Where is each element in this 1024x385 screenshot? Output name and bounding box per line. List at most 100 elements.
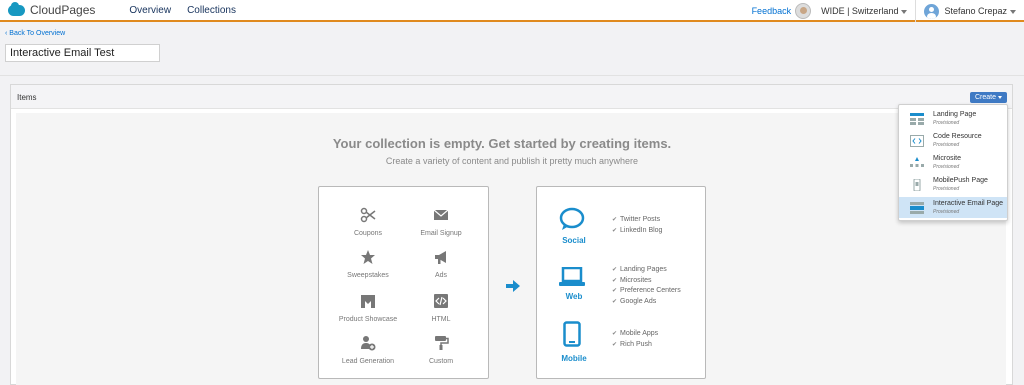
top-navigation: CloudPages Overview Collections Feedback… (0, 0, 1024, 22)
feedback-avatar (795, 3, 812, 19)
channel-name: Mobile (561, 354, 587, 363)
speech-bubble-icon (559, 207, 585, 230)
collection-name-field[interactable]: Interactive Email Test (5, 44, 160, 62)
content-type-email-signup: Email Signup (401, 207, 481, 238)
content-type-coupons: Coupons (328, 207, 408, 238)
arrow-right-icon (506, 280, 520, 292)
code-icon (434, 294, 448, 308)
channel-item-label: Twitter Posts (620, 216, 661, 223)
landing-page-icon (910, 112, 924, 125)
channel-item: ✔ Microsites (612, 276, 681, 287)
feedback-link[interactable]: Feedback (752, 6, 792, 16)
check-icon: ✔ (612, 298, 618, 305)
user-menu[interactable]: Stefano Crepaz (944, 6, 1016, 16)
menu-item-label: Microsite (933, 154, 962, 162)
check-icon: ✔ (612, 331, 618, 337)
star-icon (361, 250, 375, 264)
content-type-html: HTML (401, 293, 481, 324)
menu-item-status: Provisioned (933, 163, 960, 170)
envelope-icon (433, 209, 449, 220)
channel-item: ✔ LinkedIn Blog (612, 226, 662, 237)
paint-roller-icon (435, 336, 449, 350)
content-type-label: Product Showcase (338, 316, 398, 323)
megaphone-icon (435, 251, 446, 264)
nav-collections[interactable]: Collections (187, 5, 236, 16)
user-avatar-icon[interactable] (924, 3, 940, 19)
nav-overview[interactable]: Overview (129, 5, 171, 16)
menu-item-interactive-email-page[interactable]: Interactive Email Page Provisioned (899, 197, 1007, 218)
menu-item-label: Interactive Email Page (933, 199, 1004, 207)
mobilepush-icon (913, 178, 921, 191)
channel-items: ✔ Twitter Posts ✔ LinkedIn Blog (612, 215, 662, 236)
content-type-label: Lead Generation (341, 358, 395, 365)
content-type-lead-generation: Lead Generation (328, 335, 408, 366)
business-unit-selector[interactable]: WIDE | Switzerland (821, 6, 908, 16)
channel-name: Social (562, 236, 586, 245)
menu-item-mobilepush-page[interactable]: MobilePush Page Provisioned (899, 174, 1007, 195)
check-icon: ✔ (612, 277, 618, 284)
empty-collection-area (16, 113, 1006, 385)
channel-items: ✔ Mobile Apps ✔ Rich Push (612, 329, 658, 350)
content-types-card: Coupons Email Signup Sweepstakes Ads Pro… (318, 186, 489, 379)
empty-state-subtitle: Create a variety of content and publish … (385, 156, 639, 166)
menu-item-status: Provisioned (933, 119, 960, 126)
content-type-label: Coupons (353, 230, 383, 237)
content-type-label: Email Signup (420, 230, 462, 237)
cloud-logo-icon (8, 1, 25, 16)
channel-items: ✔ Landing Pages ✔ Microsites ✔ Preference C… (612, 265, 681, 307)
create-button[interactable]: Create (970, 92, 1007, 103)
interactive-email-icon (910, 201, 924, 214)
items-panel-title: Items (17, 93, 37, 102)
create-dropdown-menu: Landing Page Provisioned Code Resource P… (898, 104, 1008, 221)
check-icon: ✔ (612, 288, 618, 294)
check-icon: ✔ (612, 267, 618, 273)
items-panel: Items Create (10, 84, 1013, 385)
channel-item: ✔ Landing Pages (612, 265, 681, 276)
laptop-icon (559, 267, 585, 286)
chevron-down-icon (998, 96, 1002, 99)
channel-name: Web (565, 292, 583, 301)
user-name: Stefano Crepaz (944, 6, 1007, 16)
app-logo[interactable]: CloudPages (8, 1, 95, 17)
check-icon: ✔ (612, 341, 618, 348)
content-type-label: Custom (428, 358, 454, 365)
back-to-overview-link[interactable]: ‹ Back To Overview (5, 30, 65, 37)
menu-item-code-resource[interactable]: Code Resource Provisioned (899, 130, 1007, 151)
content-type-label: Ads (434, 272, 448, 279)
chevron-down-icon (901, 9, 908, 14)
add-user-icon (361, 336, 376, 351)
menu-item-status: Provisioned (933, 141, 960, 148)
menu-item-label: MobilePush Page (933, 176, 988, 184)
create-button-label: Create (974, 94, 996, 101)
menu-item-landing-page[interactable]: Landing Page Provisioned (899, 108, 1007, 129)
content-type-label: HTML (431, 316, 451, 323)
microsite-icon (910, 156, 924, 167)
business-unit-label: WIDE | Switzerland (821, 6, 899, 16)
empty-state-title: Your collection is empty. Get started by… (332, 136, 672, 151)
menu-item-status: Provisioned (933, 185, 960, 192)
menu-item-status: Provisioned (933, 208, 960, 215)
channel-item-label: Microsites (620, 276, 652, 284)
menu-item-microsite[interactable]: Microsite Provisioned (899, 152, 1007, 173)
channel-item-label: Google Ads (620, 297, 657, 305)
channel-item-label: Preference Centers (620, 287, 681, 294)
divider (0, 75, 1024, 76)
channel-item: ✔ Mobile Apps (612, 329, 658, 340)
content-type-label: Sweepstakes (347, 272, 389, 279)
menu-item-label: Landing Page (933, 110, 977, 118)
check-icon: ✔ (612, 217, 618, 223)
content-type-ads: Ads (401, 249, 481, 280)
channel-item-label: Rich Push (620, 340, 652, 348)
channel-item: ✔ Preference Centers (612, 286, 681, 297)
items-panel-header: Items Create (11, 85, 1012, 109)
channel-item: ✔ Google Ads (612, 297, 681, 308)
channel-item-label: Landing Pages (620, 266, 667, 273)
top-right-controls: Feedback WIDE | Switzerland Stefano Crep… (752, 0, 1016, 22)
channel-item-label: LinkedIn Blog (620, 226, 663, 234)
content-type-sweepstakes: Sweepstakes (328, 249, 408, 280)
content-type-product-showcase: Product Showcase (328, 293, 408, 324)
chevron-down-icon (1010, 9, 1016, 14)
code-resource-icon (910, 134, 924, 147)
channel-item: ✔ Rich Push (612, 340, 658, 351)
check-icon: ✔ (612, 227, 618, 234)
